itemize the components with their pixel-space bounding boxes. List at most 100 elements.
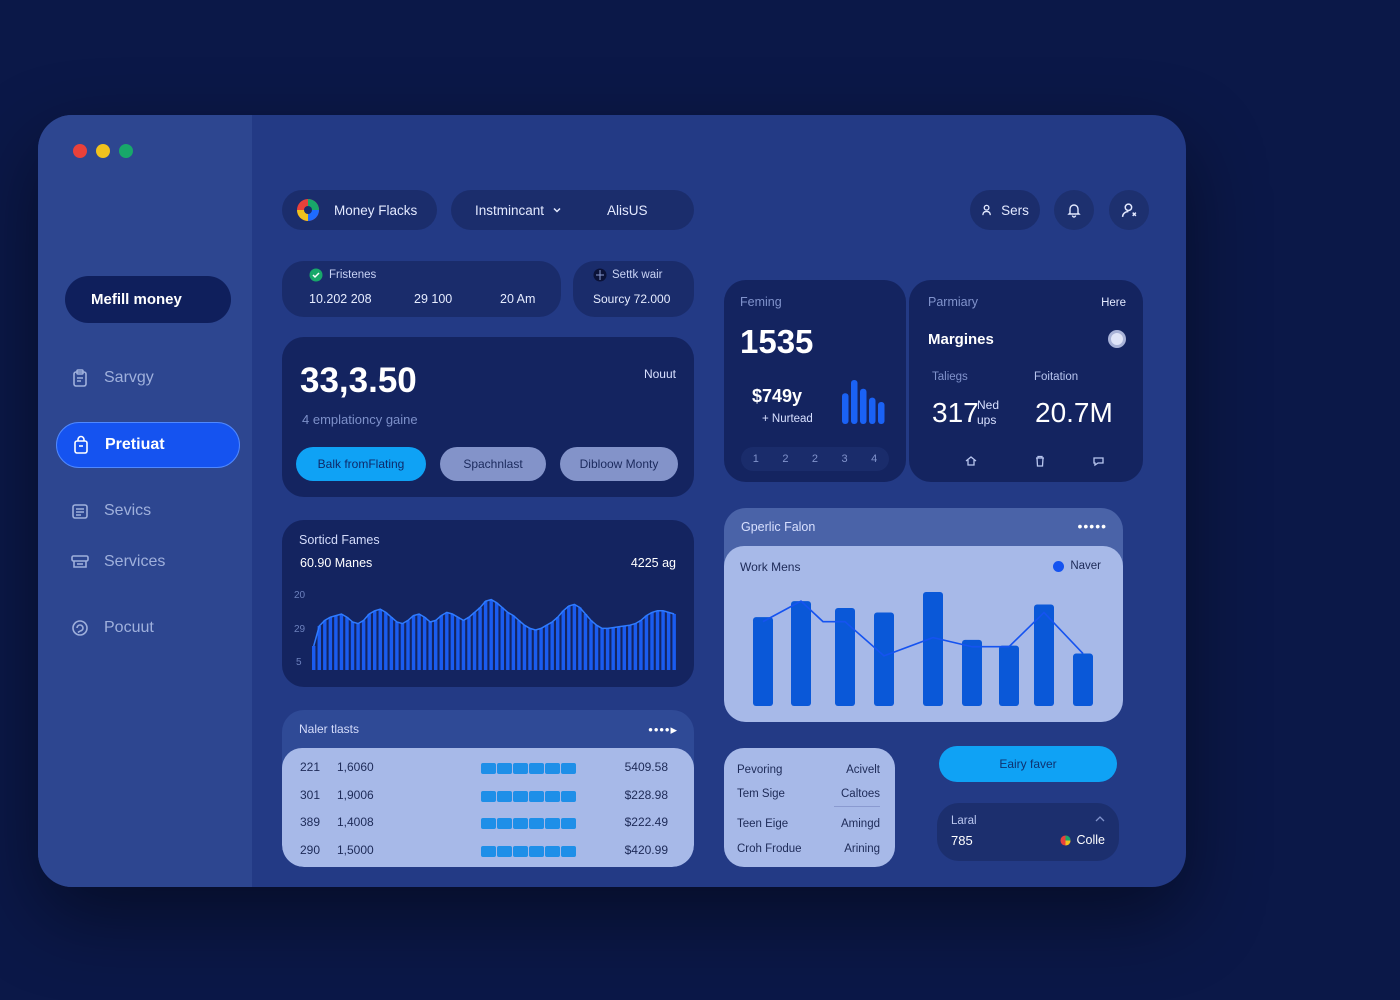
tag-chip xyxy=(561,845,576,857)
activity-bar xyxy=(445,612,449,670)
sidebar-item-sevics[interactable]: Sevics xyxy=(56,488,240,534)
taliegs-value: 317 xyxy=(932,397,979,428)
feming-note: + Nurtead xyxy=(762,413,813,425)
close-window-button[interactable] xyxy=(73,144,87,158)
sidebar-item-pretiuat[interactable]: Pretiuat xyxy=(56,422,240,468)
secondary-summary-value: Sourcy 72.000 xyxy=(593,292,671,306)
margines-link[interactable]: Here xyxy=(1101,297,1126,309)
activity-card: Sorticd Fames 60.90 Manes 4225 ag 20 29 … xyxy=(282,520,694,687)
minimize-window-button[interactable] xyxy=(96,144,110,158)
secondary-summary-card: Settk wair Sourcy 72.000 xyxy=(573,261,694,317)
level-value: 785 xyxy=(951,833,973,848)
activity-bar xyxy=(483,601,488,670)
activity-bar xyxy=(567,606,571,670)
brand-name: Money Flacks xyxy=(334,202,418,218)
level-tag: Colle xyxy=(1059,833,1106,847)
level-tag-label: Colle xyxy=(1076,833,1106,847)
tag-chip xyxy=(481,845,496,857)
trash-icon[interactable] xyxy=(1033,454,1047,468)
sidebar-item-label: Pretiuat xyxy=(105,436,165,453)
activity-bar xyxy=(583,614,588,670)
menu-link[interactable]: AlisUS xyxy=(607,203,648,218)
mini-table-right: Arining xyxy=(844,843,880,855)
eairy-faver-button[interactable]: Eairy faver xyxy=(939,746,1117,782)
sidebar-primary-button[interactable]: Mefill money xyxy=(65,276,231,323)
legend-label: Naver xyxy=(1070,560,1101,572)
sidebar-item-sarvgy[interactable]: Sarvgy xyxy=(56,355,240,401)
brand-pill[interactable]: Money Flacks xyxy=(282,190,437,230)
row-qty: 1,6060 xyxy=(337,760,374,774)
activity-bar xyxy=(389,617,394,670)
page-4[interactable]: 3 xyxy=(842,453,848,465)
table-row[interactable]: 389 1,4008 $222.49 xyxy=(282,808,694,836)
activity-bar xyxy=(434,620,438,670)
activity-bar xyxy=(622,626,626,670)
maximize-window-button[interactable] xyxy=(119,144,133,158)
page-2[interactable]: 2 xyxy=(782,453,788,465)
activity-bar xyxy=(661,610,665,670)
activity-bar xyxy=(367,614,371,670)
row-id: 389 xyxy=(300,815,321,829)
spachnlast-button[interactable]: Spachnlast xyxy=(440,447,546,481)
transactions-title: Naler tlasts xyxy=(299,722,360,736)
app-window: Mefill money Sarvgy Pretiuat Sevics Serv… xyxy=(38,115,1186,887)
activity-bar xyxy=(378,609,382,670)
activity-bar xyxy=(334,615,338,670)
activity-bar xyxy=(312,646,316,670)
activity-bar xyxy=(650,612,654,670)
page-1[interactable]: 1 xyxy=(753,453,759,465)
activity-bar xyxy=(495,602,499,670)
sidebar-item-services[interactable]: Services xyxy=(56,539,240,585)
user-button[interactable]: Sers xyxy=(970,190,1040,230)
profile-button[interactable] xyxy=(1109,190,1149,230)
activity-bar xyxy=(666,612,671,670)
row-amount: 5409.58 xyxy=(624,760,668,774)
activity-bar xyxy=(550,622,554,670)
top-menu: Instmincant AlisUS xyxy=(451,190,694,230)
more-options-icon[interactable]: ••••• xyxy=(1077,518,1107,534)
chevron-up-icon[interactable] xyxy=(1095,815,1105,823)
row-id: 301 xyxy=(300,787,321,802)
activity-bar xyxy=(517,620,521,670)
activity-bar xyxy=(461,620,466,670)
activity-bar xyxy=(655,610,660,670)
tag-chip xyxy=(545,790,560,802)
chart-bar xyxy=(753,617,773,706)
summary-header: Fristenes xyxy=(309,268,376,282)
tag-chip xyxy=(497,763,512,774)
tag-chip xyxy=(481,790,496,802)
avatar[interactable] xyxy=(1108,330,1126,348)
menu-dropdown[interactable]: Instmincant xyxy=(451,203,579,218)
taliegs-unit-top: Ned xyxy=(977,398,1000,412)
row-amount: $420.99 xyxy=(624,842,668,857)
activity-bar xyxy=(489,599,493,670)
table-row[interactable]: 221 1,6060 5409.58 xyxy=(282,753,694,781)
activity-bar xyxy=(350,622,355,670)
bell-icon xyxy=(1067,204,1081,218)
sidebar-item-label: Services xyxy=(104,553,166,570)
row-tags xyxy=(481,763,576,774)
activity-bar xyxy=(594,625,599,670)
activity-bar xyxy=(561,610,565,670)
page-3[interactable]: 2 xyxy=(812,453,818,465)
notifications-button[interactable] xyxy=(1054,190,1094,230)
activity-bar xyxy=(544,625,549,670)
sidebar-item-pocuut[interactable]: Pocuut xyxy=(56,605,240,651)
activity-bar xyxy=(633,623,638,670)
globe-icon xyxy=(593,268,607,282)
balk-button[interactable]: Balk fromFlating xyxy=(296,447,426,481)
balance-subtitle: 4 emplationcy gaine xyxy=(302,412,418,427)
more-options-icon[interactable]: ••••▸ xyxy=(648,722,678,738)
chat-icon[interactable] xyxy=(1092,454,1106,468)
activity-bar xyxy=(400,623,405,670)
activity-title: Sorticd Fames xyxy=(299,533,380,547)
table-row[interactable]: 290 1,5000 $420.99 xyxy=(282,836,694,864)
feming-value: 1535 xyxy=(740,323,814,360)
table-row[interactable]: 301 1,9006 $228.98 xyxy=(282,781,694,809)
mini-bar xyxy=(869,397,876,424)
chart-bar xyxy=(791,601,811,706)
home-icon[interactable] xyxy=(964,454,978,468)
dibloow-button[interactable]: Dibloow Monty xyxy=(560,447,678,481)
sidebar-item-label: Sevics xyxy=(104,502,152,519)
page-5[interactable]: 4 xyxy=(871,453,877,465)
